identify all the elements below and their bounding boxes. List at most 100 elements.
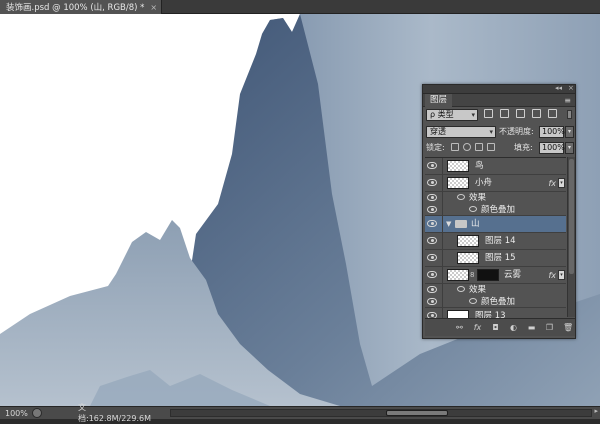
lock-transparent-icon[interactable] [451,143,459,151]
fill-slider-icon[interactable]: ▾ [565,142,574,154]
visibility-eye-icon[interactable] [427,298,437,305]
visibility-eye-icon[interactable] [427,271,437,278]
effect-row-color-overlay[interactable]: 颜色叠加 [425,204,566,216]
layers-panel: ◂◂ × 图层 ≡ ρ 类型 ▾ 穿透 ▾ 不透明度: 100% ▾ 锁定: 填… [422,84,576,339]
adjustment-filter-icon[interactable] [500,109,509,118]
layer-list: 鸟 小舟 fx ▾ 效果 颜色叠加 ▼ 山 图层 14 图层 15 8 云雾 f… [425,157,566,325]
chevron-down-icon: ▾ [471,111,475,119]
lock-label: 锁定: [426,143,445,152]
zoom-button-icon[interactable] [32,408,42,418]
visibility-eye-icon[interactable] [427,254,437,261]
pixel-filter-icon[interactable] [484,109,493,118]
smart-object-filter-icon[interactable] [548,109,557,118]
layer-thumbnail [447,269,469,281]
type-filter-icon[interactable] [516,109,525,118]
layer-name: 图层 14 [485,236,516,246]
new-layer-icon[interactable]: ❐ [545,323,554,332]
lock-row: 锁定: 填充: 100% ▾ [426,141,574,155]
blend-row: 穿透 ▾ 不透明度: 100% ▾ [426,125,574,139]
adjustment-layer-icon[interactable]: ◐ [509,323,518,332]
effect-row-color-overlay[interactable]: 颜色叠加 [425,296,566,308]
collapse-icon[interactable]: ◂◂ [555,84,562,92]
fx-icon[interactable]: fx [473,323,482,332]
document-title: 装饰画.psd @ 100% (山, RGB/8) * [6,3,145,13]
layer-thumbnail [447,177,469,189]
add-mask-icon[interactable]: ◘ [491,323,500,332]
expand-effects-toggle[interactable]: ▾ [558,270,565,280]
fx-badge[interactable]: fx [548,267,556,284]
visibility-eye-icon[interactable] [427,220,437,227]
shape-filter-icon[interactable] [532,109,541,118]
layer-name: 云雾 [504,270,522,280]
layer-group-mountain[interactable]: ▼ 山 [425,216,566,233]
chevron-down-icon: ▾ [489,128,493,136]
close-panel-icon[interactable]: × [568,84,574,92]
layer-name: 图层 15 [485,253,516,263]
mask-link-icon[interactable]: 8 [470,271,474,279]
layer-name: 山 [471,219,480,229]
effect-name: 颜色叠加 [481,297,516,307]
layer-thumbnail [457,235,479,247]
scrollbar-thumb[interactable] [386,410,448,416]
visibility-eye-icon[interactable] [427,162,437,169]
lock-pixels-icon[interactable] [463,143,471,151]
scroll-right-icon[interactable]: ▸ [594,407,598,415]
opacity-slider-icon[interactable]: ▾ [565,126,574,138]
link-layers-icon[interactable]: ⚯ [455,323,464,332]
fill-label: 填充: [514,143,533,152]
document-info: 文档:162.8M/229.6M [78,403,151,423]
tab-layers[interactable]: 图层 [425,94,453,107]
effects-row[interactable]: 效果 [425,192,566,204]
panel-bottom-bar: ⚯ fx ◘ ◐ ▬ ❐ 🗑 [425,318,575,336]
document-tab[interactable]: 装饰画.psd @ 100% (山, RGB/8) * × [0,0,163,14]
fx-badge[interactable]: fx [548,175,556,192]
lock-all-icon[interactable] [487,143,495,151]
layer-thumbnail [447,160,469,172]
effects-label: 效果 [469,193,487,203]
fill-input[interactable]: 100% [539,142,565,154]
effect-eye-icon[interactable] [469,206,477,212]
group-expanded-icon[interactable]: ▼ [446,220,451,228]
document-tab-bar: 装饰画.psd @ 100% (山, RGB/8) * × [0,0,600,14]
opacity-label: 不透明度: [499,127,534,136]
layer-list-scrollbar[interactable] [567,157,575,317]
layer-row-bird[interactable]: 鸟 [425,158,566,175]
effect-name: 颜色叠加 [481,205,516,215]
lock-position-icon[interactable] [475,143,483,151]
visibility-eye-icon[interactable] [427,194,437,201]
visibility-eye-icon[interactable] [427,179,437,186]
layer-row-clouds[interactable]: 8 云雾 fx ▾ [425,267,566,284]
folder-icon [455,220,467,228]
close-document-icon[interactable]: × [150,3,157,12]
filter-kind-select[interactable]: ρ 类型 ▾ [426,109,478,121]
effect-eye-icon[interactable] [469,298,477,304]
layer-row-boat[interactable]: 小舟 fx ▾ [425,175,566,192]
horizontal-scrollbar[interactable] [170,409,592,417]
zoom-level[interactable]: 100% [0,409,30,418]
filter-toggle[interactable] [567,110,572,119]
trash-icon[interactable]: 🗑 [563,323,573,332]
layer-mask-thumbnail[interactable] [477,269,499,281]
visibility-eye-icon[interactable] [427,206,437,213]
panel-title-bar[interactable]: ◂◂ × [423,84,575,94]
expand-effects-toggle[interactable]: ▾ [558,178,565,188]
effects-icon [457,286,465,292]
opacity-input[interactable]: 100% [539,126,565,138]
panel-menu-icon[interactable]: ≡ [564,96,571,105]
visibility-eye-icon[interactable] [427,286,437,293]
layer-name: 鸟 [475,161,484,171]
layer-scroll-thumb[interactable] [569,159,574,274]
effects-icon [457,194,465,200]
filter-icons [484,109,557,118]
effects-label: 效果 [469,285,487,295]
layer-row-15[interactable]: 图层 15 [425,250,566,267]
layer-thumbnail [457,252,479,264]
new-group-icon[interactable]: ▬ [527,323,536,332]
effects-row[interactable]: 效果 [425,284,566,296]
blend-mode-select[interactable]: 穿透 ▾ [426,126,496,138]
panel-tab-row: 图层 ≡ [423,94,575,107]
layer-name: 小舟 [475,178,493,188]
status-bar: 100% 文档:162.8M/229.6M ▶ ◂ ▸ [0,403,600,423]
layer-row-14[interactable]: 图层 14 [425,233,566,250]
visibility-eye-icon[interactable] [427,237,437,244]
